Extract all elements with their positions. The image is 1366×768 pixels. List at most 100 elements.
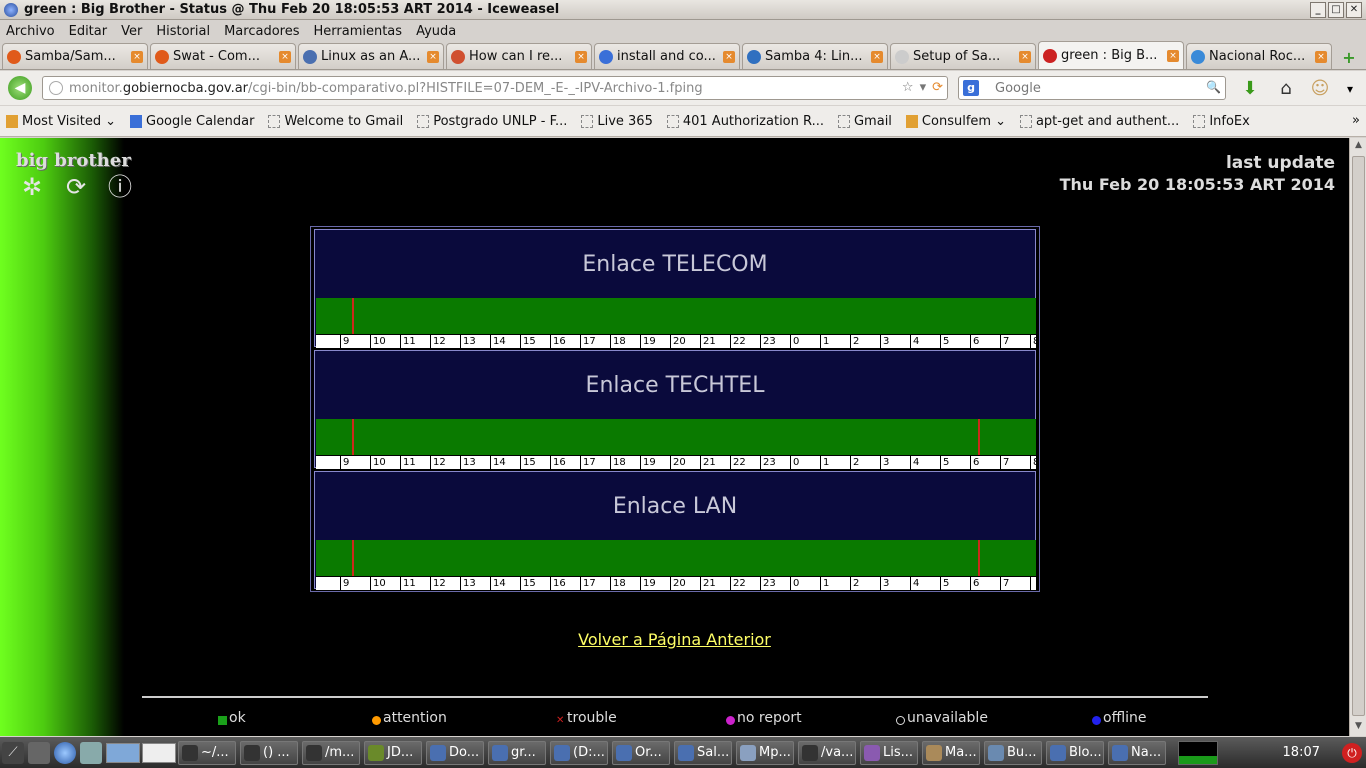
gear-icon[interactable]: ✲ bbox=[18, 174, 46, 200]
show-desktop-icon[interactable] bbox=[28, 741, 50, 764]
workspace-1[interactable] bbox=[106, 742, 140, 763]
hour-axis: 9 10 11 12 13 14 15 16 17 18 19 20 21 22 23 0 1 2 3 4 5 6 7 bbox=[316, 576, 1036, 591]
taskbar-task[interactable]: ~/... bbox=[178, 740, 236, 765]
legend-item: no report bbox=[726, 710, 802, 726]
taskbar-task[interactable]: Mp... bbox=[736, 740, 794, 765]
back-button[interactable]: ◀ bbox=[8, 76, 32, 100]
bookmark-item[interactable]: apt-get and authent... bbox=[1019, 114, 1179, 129]
taskbar-task[interactable]: /va... bbox=[798, 740, 856, 765]
download-icon[interactable]: ⬇ bbox=[1238, 77, 1262, 101]
tab-close-icon[interactable]: × bbox=[723, 50, 735, 63]
menu-ver[interactable]: Ver bbox=[121, 24, 142, 39]
search-input[interactable]: Google bbox=[995, 81, 1041, 96]
tab-close-icon[interactable]: × bbox=[1019, 50, 1031, 63]
window-list-icon[interactable] bbox=[80, 741, 102, 764]
url-dropdown-icon[interactable]: ▾ bbox=[920, 80, 927, 95]
bookmark-item[interactable]: 401 Authorization R... bbox=[666, 114, 824, 129]
back-page-link[interactable]: Volver a Página Anterior bbox=[578, 630, 771, 649]
tab-favicon-icon bbox=[451, 49, 465, 64]
tab-label: Samba 4: Lin... bbox=[765, 49, 863, 64]
browser-tab[interactable]: Nacional Roc... × bbox=[1186, 43, 1332, 69]
tab-close-icon[interactable]: × bbox=[427, 50, 439, 63]
browser-tab[interactable]: Linux as an A... × bbox=[298, 43, 444, 69]
tab-close-icon[interactable]: × bbox=[575, 50, 587, 63]
info-icon[interactable]: ⓘ bbox=[106, 174, 134, 200]
taskbar-task[interactable]: Ma... bbox=[922, 740, 980, 765]
reload-icon[interactable]: ⟳ bbox=[932, 80, 943, 95]
tab-label: Nacional Roc... bbox=[1209, 49, 1306, 64]
taskbar-task[interactable]: JD... bbox=[364, 740, 422, 765]
hour-tick: 15 bbox=[520, 456, 536, 470]
tab-label: install and co... bbox=[617, 49, 716, 64]
menu-historial[interactable]: Historial bbox=[156, 24, 210, 39]
tab-close-icon[interactable]: × bbox=[1167, 49, 1179, 62]
maximize-button[interactable]: □ bbox=[1328, 2, 1344, 18]
power-icon[interactable]: ⏻ bbox=[1342, 743, 1362, 763]
browser-tab[interactable]: Setup of Sa... × bbox=[890, 43, 1036, 69]
browser-tab[interactable]: Samba/Sam... × bbox=[2, 43, 148, 69]
tab-close-icon[interactable]: × bbox=[871, 50, 883, 63]
taskbar-task[interactable]: () ... bbox=[240, 740, 298, 765]
taskbar-task[interactable]: Lis... bbox=[860, 740, 918, 765]
search-bar[interactable]: g Google 🔍 bbox=[958, 76, 1226, 100]
close-window-button[interactable]: ✕ bbox=[1346, 2, 1362, 18]
site-identity-icon[interactable] bbox=[49, 81, 63, 95]
minimize-button[interactable]: _ bbox=[1310, 2, 1326, 18]
url-bar[interactable]: monitor. gobiernocba.gov.ar/cgi-bin/bb-co… bbox=[42, 76, 948, 100]
bookmark-item[interactable]: InfoEx bbox=[1193, 114, 1250, 129]
search-icon[interactable]: 🔍 bbox=[1206, 80, 1221, 94]
legend-label: trouble bbox=[567, 710, 617, 726]
home-icon[interactable]: ⌂ bbox=[1274, 77, 1298, 101]
tab-close-icon[interactable]: × bbox=[279, 50, 291, 63]
addon-face-icon[interactable]: ☺ bbox=[1308, 77, 1332, 101]
workspace-2[interactable] bbox=[142, 742, 176, 763]
outage-mark bbox=[352, 419, 354, 455]
start-menu-icon[interactable]: ⟋ bbox=[2, 741, 24, 764]
tab-close-icon[interactable]: × bbox=[1315, 50, 1327, 63]
bookmark-star-icon[interactable]: ☆ bbox=[902, 80, 914, 95]
taskbar-task[interactable]: Na... bbox=[1108, 740, 1166, 765]
menu-ayuda[interactable]: Ayuda bbox=[416, 24, 456, 39]
browser-tab[interactable]: How can I re... × bbox=[446, 43, 592, 69]
scroll-up-icon[interactable]: ▲ bbox=[1352, 140, 1365, 153]
browser-tab[interactable]: Samba 4: Lin... × bbox=[742, 43, 888, 69]
tab-favicon-icon bbox=[747, 49, 761, 64]
navigation-toolbar: ◀ monitor. gobiernocba.gov.ar/cgi-bin/bb-… bbox=[0, 71, 1366, 105]
new-tab-button[interactable]: + bbox=[1338, 45, 1360, 69]
taskbar-task[interactable]: (D:... bbox=[550, 740, 608, 765]
task-app-icon bbox=[368, 744, 384, 761]
browser-launcher-icon[interactable] bbox=[54, 741, 76, 764]
taskbar-task[interactable]: gr... bbox=[488, 740, 546, 765]
bookmark-label: Most Visited bbox=[22, 113, 102, 129]
taskbar-task[interactable]: Sal... bbox=[674, 740, 732, 765]
vertical-scrollbar[interactable]: ▲ ▼ bbox=[1349, 138, 1366, 736]
taskbar-task[interactable]: Do... bbox=[426, 740, 484, 765]
menu-overflow-icon[interactable]: ▾ bbox=[1338, 77, 1362, 101]
refresh-icon[interactable]: ⟳ bbox=[62, 174, 90, 200]
search-engine-icon[interactable]: g bbox=[963, 80, 979, 96]
menu-archivo[interactable]: Archivo bbox=[6, 24, 55, 39]
scroll-thumb[interactable] bbox=[1352, 156, 1365, 716]
taskbar-task[interactable]: Or... bbox=[612, 740, 670, 765]
menu-editar[interactable]: Editar bbox=[69, 24, 108, 39]
menu-marcadores[interactable]: Marcadores bbox=[224, 24, 299, 39]
bookmark-item[interactable]: Welcome to Gmail bbox=[268, 114, 403, 129]
bookmark-item[interactable]: Most Visited ⌄ bbox=[6, 114, 116, 129]
tab-close-icon[interactable]: × bbox=[131, 50, 143, 63]
browser-tab[interactable]: green : Big B... × bbox=[1038, 41, 1184, 69]
bookmarks-overflow-icon[interactable]: » bbox=[1352, 113, 1360, 128]
bookmark-item[interactable]: Live 365 bbox=[581, 114, 653, 129]
bookmark-item[interactable]: Postgrado UNLP - F... bbox=[417, 114, 567, 129]
bookmark-item[interactable]: Google Calendar bbox=[130, 114, 254, 129]
task-label: ~/... bbox=[201, 745, 229, 760]
status-bar bbox=[316, 298, 1036, 334]
bookmark-item[interactable]: Consulfem ⌄ bbox=[905, 114, 1006, 129]
browser-tab[interactable]: Swat - Com... × bbox=[150, 43, 296, 69]
taskbar-task[interactable]: Blo... bbox=[1046, 740, 1104, 765]
menu-herramientas[interactable]: Herramientas bbox=[314, 24, 403, 39]
bookmark-item[interactable]: Gmail bbox=[837, 114, 892, 129]
scroll-down-icon[interactable]: ▼ bbox=[1352, 721, 1365, 734]
taskbar-task[interactable]: /m... bbox=[302, 740, 360, 765]
browser-tab[interactable]: install and co... × bbox=[594, 43, 740, 69]
taskbar-task[interactable]: Bu... bbox=[984, 740, 1042, 765]
